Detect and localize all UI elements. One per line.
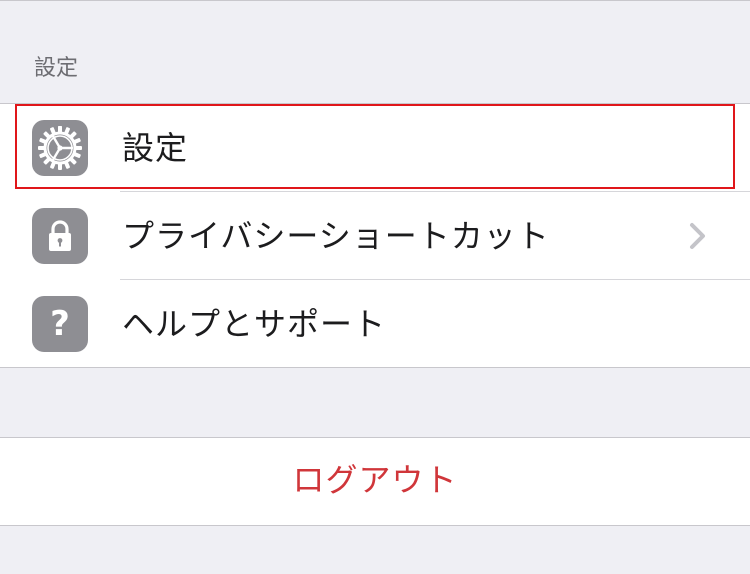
menu-item-settings[interactable]: 設定 [0,104,750,192]
section-header: 設定 [34,56,79,81]
menu-item-privacy-shortcuts[interactable]: プライバシーショートカット [0,192,750,280]
menu-item-label: ヘルプとサポート [122,305,387,343]
settings-menu-group: 設定 プライバシーショートカット ? ヘルプとサポート [0,103,750,368]
gear-icon [32,120,88,176]
logout-button[interactable]: ログアウト [0,438,750,525]
top-divider [0,0,750,1]
lock-icon [32,208,88,264]
question-icon: ? [32,296,88,352]
question-mark-glyph: ? [50,304,70,344]
chevron-right-icon [690,223,705,249]
logout-group: ログアウト [0,437,750,526]
menu-item-help-support[interactable]: ? ヘルプとサポート [0,280,750,368]
menu-item-label: 設定 [122,129,189,167]
menu-item-label: プライバシーショートカット [122,217,550,255]
